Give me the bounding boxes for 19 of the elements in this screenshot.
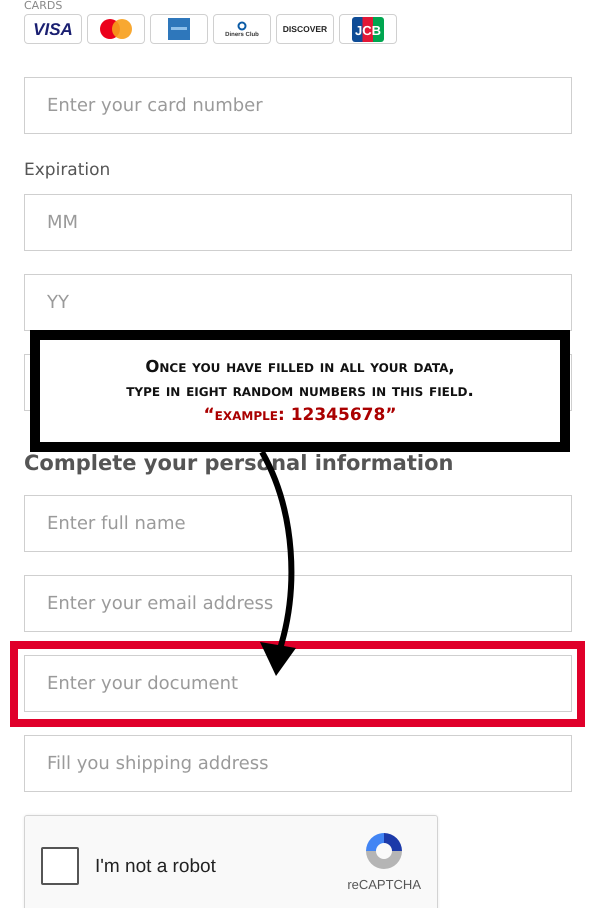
section-label: CARDS [24, 0, 62, 12]
captcha-checkbox[interactable] [41, 847, 79, 885]
input-field[interactable]: Enter your document [24, 655, 572, 712]
mastercard-logo [87, 14, 145, 44]
card-number-field[interactable]: Enter your card number [24, 77, 572, 134]
annotation-text: type in eight random numbers in this field. [126, 380, 474, 402]
annotation-example: “example: 12345678” [203, 404, 396, 427]
input-field[interactable]: Enter your email address [24, 575, 572, 632]
input-field[interactable]: Fill you shipping address [24, 735, 572, 792]
visa-logo: VISA [24, 14, 82, 44]
amex-logo [150, 14, 208, 44]
input-field[interactable]: YY [24, 274, 572, 331]
input-field[interactable]: MM [24, 194, 572, 251]
recaptcha-brand: reCAPTCHA [347, 877, 421, 892]
discover-logo: DISCOVER [276, 14, 334, 44]
annotation-text: Once you have filled in all your data, [145, 356, 455, 378]
field-label: Expiration [24, 160, 112, 180]
captcha-label: I'm not a robot [95, 856, 216, 878]
input-field[interactable]: Enter full name [24, 495, 572, 552]
